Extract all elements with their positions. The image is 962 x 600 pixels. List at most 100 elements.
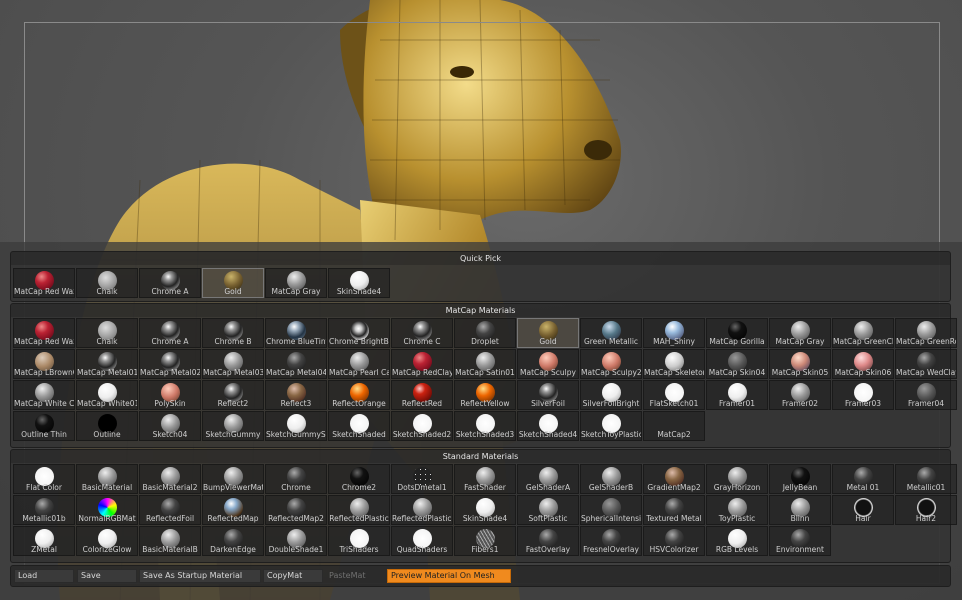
matcap-material-item[interactable]: Framer01 xyxy=(706,380,768,410)
matcap-material-item[interactable]: MatCap2 xyxy=(643,411,705,441)
matcap-material-item[interactable]: SilverFoilBright xyxy=(580,380,642,410)
standard-material-item[interactable]: ReflectedMap xyxy=(202,495,264,525)
standard-material-item[interactable]: BumpViewerMaterial xyxy=(202,464,264,494)
matcap-material-item[interactable]: FlatSketch01 xyxy=(643,380,705,410)
load-button[interactable]: Load xyxy=(14,569,74,583)
matcap-material-item[interactable]: MatCap Skeleton xyxy=(643,349,705,379)
matcap-material-item[interactable]: SilverFoil xyxy=(517,380,579,410)
quick-pick-material-item[interactable]: Gold xyxy=(202,268,264,298)
standard-material-item[interactable]: DotsDmetal1 xyxy=(391,464,453,494)
preview-material-button[interactable]: Preview Material On Mesh xyxy=(387,569,511,583)
standard-material-item[interactable]: GelShaderA xyxy=(517,464,579,494)
matcap-material-item[interactable]: Framer04 xyxy=(895,380,957,410)
standard-material-item[interactable]: Metallic01 xyxy=(895,464,957,494)
standard-material-item[interactable]: DarkenEdge xyxy=(202,526,264,556)
standard-material-item[interactable]: BasicMaterialB xyxy=(139,526,201,556)
matcap-material-item[interactable]: Droplet xyxy=(454,318,516,348)
matcap-material-item[interactable]: MatCap GreenClay xyxy=(832,318,894,348)
standard-material-item[interactable]: NormalRGBMat xyxy=(76,495,138,525)
matcap-material-item[interactable]: SketchShaded3 xyxy=(454,411,516,441)
standard-material-item[interactable]: TriShaders xyxy=(328,526,390,556)
standard-material-item[interactable]: ZMetal xyxy=(13,526,75,556)
standard-material-item[interactable]: Flat Color xyxy=(13,464,75,494)
matcap-material-item[interactable]: MatCap Gray xyxy=(769,318,831,348)
copymat-button[interactable]: CopyMat xyxy=(263,569,323,583)
matcap-material-item[interactable]: MatCap Satin01 xyxy=(454,349,516,379)
matcap-material-item[interactable]: Reflect2 xyxy=(202,380,264,410)
standard-material-item[interactable]: BasicMaterial2 xyxy=(139,464,201,494)
matcap-material-item[interactable]: MatCap Metal01 xyxy=(76,349,138,379)
quick-pick-material-item[interactable]: MatCap Red Wax xyxy=(13,268,75,298)
matcap-material-item[interactable]: MatCap LBrownClay xyxy=(13,349,75,379)
matcap-material-item[interactable]: SketchGummyShaded xyxy=(265,411,327,441)
standard-material-item[interactable]: FresnelOverlay xyxy=(580,526,642,556)
matcap-material-item[interactable]: MatCap White01 xyxy=(76,380,138,410)
matcap-material-item[interactable]: Reflect3 xyxy=(265,380,327,410)
standard-material-item[interactable]: GradientMap2 xyxy=(643,464,705,494)
standard-material-item[interactable]: FastShader xyxy=(454,464,516,494)
standard-material-item[interactable]: DoubleShade1 xyxy=(265,526,327,556)
matcap-material-item[interactable]: Sketch04 xyxy=(139,411,201,441)
matcap-material-item[interactable]: SketchGummy xyxy=(202,411,264,441)
matcap-material-item[interactable]: Chrome A xyxy=(139,318,201,348)
matcap-material-item[interactable]: MatCap White Cavity xyxy=(13,380,75,410)
matcap-material-item[interactable]: Outline Thin xyxy=(13,411,75,441)
standard-material-item[interactable]: ReflectedMap2 xyxy=(265,495,327,525)
matcap-material-item[interactable]: ReflectYellow xyxy=(454,380,516,410)
matcap-material-item[interactable]: MatCap Skin04 xyxy=(706,349,768,379)
matcap-material-item[interactable]: MatCap Pearl Cavity xyxy=(328,349,390,379)
standard-material-item[interactable]: Chrome2 xyxy=(328,464,390,494)
standard-material-item[interactable]: HSVColorizer xyxy=(643,526,705,556)
standard-material-item[interactable]: Environment xyxy=(769,526,831,556)
standard-material-item[interactable]: RGB Levels xyxy=(706,526,768,556)
quick-pick-material-item[interactable]: Chalk xyxy=(76,268,138,298)
matcap-material-item[interactable]: SketchShaded4 xyxy=(517,411,579,441)
matcap-material-item[interactable]: Framer02 xyxy=(769,380,831,410)
matcap-material-item[interactable]: Gold xyxy=(517,318,579,348)
matcap-material-item[interactable]: SketchShaded xyxy=(328,411,390,441)
standard-material-item[interactable]: Textured Metal xyxy=(643,495,705,525)
standard-material-item[interactable]: JellyBean xyxy=(769,464,831,494)
matcap-material-item[interactable]: Chrome BrightBlue xyxy=(328,318,390,348)
matcap-material-item[interactable]: PolySkin xyxy=(139,380,201,410)
save-button[interactable]: Save xyxy=(77,569,137,583)
standard-material-item[interactable]: SkinShade4 xyxy=(454,495,516,525)
matcap-material-item[interactable]: Outline xyxy=(76,411,138,441)
matcap-material-item[interactable]: MatCap Skin05 xyxy=(769,349,831,379)
standard-material-item[interactable]: Hair xyxy=(832,495,894,525)
matcap-material-item[interactable]: MatCap Metal04 xyxy=(265,349,327,379)
standard-material-item[interactable]: SoftPlastic xyxy=(517,495,579,525)
matcap-material-item[interactable]: MatCap Sculpy xyxy=(517,349,579,379)
matcap-material-item[interactable]: Chrome BlueTint xyxy=(265,318,327,348)
matcap-material-item[interactable]: MatCap Gorilla xyxy=(706,318,768,348)
quick-pick-material-item[interactable]: Chrome A xyxy=(139,268,201,298)
matcap-material-item[interactable]: MatCap Sculpy2 xyxy=(580,349,642,379)
standard-material-item[interactable]: Chrome xyxy=(265,464,327,494)
matcap-material-item[interactable]: Chrome B xyxy=(202,318,264,348)
matcap-material-item[interactable]: MatCap Skin06 xyxy=(832,349,894,379)
standard-material-item[interactable]: GrayHorizon xyxy=(706,464,768,494)
standard-material-item[interactable]: ReflectedPlasticB xyxy=(391,495,453,525)
matcap-material-item[interactable]: Green Metallic xyxy=(580,318,642,348)
save-as-startup-button[interactable]: Save As Startup Material xyxy=(139,569,261,583)
standard-material-item[interactable]: Blinn xyxy=(769,495,831,525)
standard-material-item[interactable]: GelShaderB xyxy=(580,464,642,494)
standard-material-item[interactable]: QuadShaders xyxy=(391,526,453,556)
standard-material-item[interactable]: ReflectedPlastic xyxy=(328,495,390,525)
standard-material-item[interactable]: ReflectedFoil xyxy=(139,495,201,525)
standard-material-item[interactable]: ColorizeGlow xyxy=(76,526,138,556)
standard-material-item[interactable]: Metal 01 xyxy=(832,464,894,494)
standard-material-item[interactable]: ToyPlastic xyxy=(706,495,768,525)
matcap-material-item[interactable]: Chalk xyxy=(76,318,138,348)
standard-material-item[interactable]: Hair2 xyxy=(895,495,957,525)
matcap-material-item[interactable]: MatCap GreenRoof xyxy=(895,318,957,348)
matcap-material-item[interactable]: MAH_Shiny xyxy=(643,318,705,348)
standard-material-item[interactable]: FastOverlay xyxy=(517,526,579,556)
matcap-material-item[interactable]: MatCap Metal02 xyxy=(139,349,201,379)
matcap-material-item[interactable]: Chrome C xyxy=(391,318,453,348)
matcap-material-item[interactable]: SketchShaded2 xyxy=(391,411,453,441)
standard-material-item[interactable]: SphericalIntensity xyxy=(580,495,642,525)
matcap-material-item[interactable]: MatCap RedClay xyxy=(391,349,453,379)
quick-pick-material-item[interactable]: MatCap Gray xyxy=(265,268,327,298)
matcap-material-item[interactable]: ReflectOrange xyxy=(328,380,390,410)
